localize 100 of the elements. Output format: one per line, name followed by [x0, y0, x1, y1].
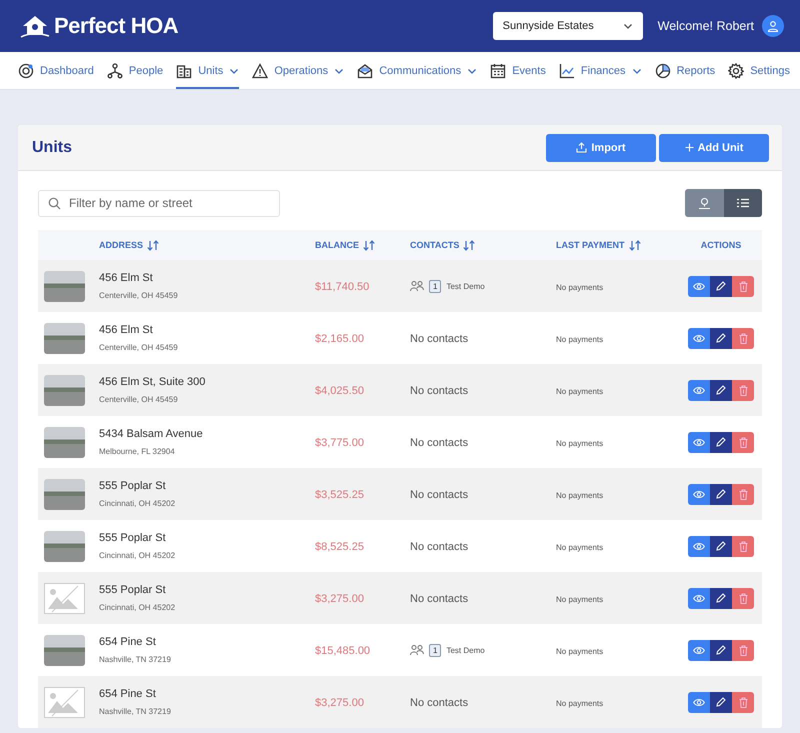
upload-icon	[576, 142, 588, 153]
edit-button[interactable]	[710, 432, 732, 452]
people-icon	[410, 644, 424, 656]
trash-icon	[738, 540, 748, 552]
no-contacts-text: No contacts	[410, 593, 468, 605]
unit-street: 456 Elm St	[99, 272, 153, 284]
pencil-icon	[716, 437, 726, 447]
view-button[interactable]	[688, 276, 710, 296]
nav-tab[interactable]: Dashboard	[18, 52, 94, 89]
nav-tab[interactable]: Finances	[558, 52, 642, 89]
search-icon	[48, 196, 61, 210]
column-header[interactable]: CONTACTS	[410, 240, 460, 250]
balance-amount: $11,740.50	[315, 281, 370, 293]
user-avatar[interactable]	[762, 15, 784, 37]
nav-tab[interactable]: Reports	[654, 52, 716, 89]
unit-street: 555 Poplar St	[99, 532, 166, 544]
view-button[interactable]	[688, 380, 710, 400]
settings-icon	[728, 62, 744, 78]
unit-street: 654 Pine St	[99, 688, 156, 700]
contact-name[interactable]: Test Demo	[446, 646, 485, 654]
edit-button[interactable]	[710, 692, 732, 712]
unit-city: Nashville, TN 37219	[99, 707, 171, 716]
image-placeholder-icon	[44, 686, 85, 718]
view-button[interactable]	[688, 640, 710, 660]
unit-city: Centerville, OH 45459	[99, 395, 178, 404]
envelope-icon	[357, 62, 374, 78]
edit-button[interactable]	[710, 380, 732, 400]
contact-name[interactable]: Test Demo	[446, 282, 485, 290]
edit-button[interactable]	[710, 276, 732, 296]
edit-button[interactable]	[710, 640, 732, 660]
people-network-icon	[106, 62, 123, 78]
filter-field[interactable]: Filter by name or street	[38, 190, 280, 216]
sort-icon	[363, 240, 375, 250]
pencil-icon	[716, 697, 726, 707]
edit-button[interactable]	[710, 588, 732, 608]
no-contacts-text: No contacts	[410, 333, 468, 345]
column-header[interactable]: LAST PAYMENT	[556, 240, 625, 250]
unit-street: 5434 Balsam Avenue	[99, 428, 203, 440]
building-icon	[176, 62, 192, 78]
community-select[interactable]: Sunnyside Estates	[492, 12, 643, 40]
nav-tab[interactable]: People	[106, 52, 164, 89]
eye-icon	[693, 646, 705, 654]
unit-street: 555 Poplar St	[99, 480, 166, 492]
column-header[interactable]: BALANCE	[315, 240, 359, 250]
balance-amount: $3,275.00	[315, 697, 364, 709]
column-header[interactable]: ADDRESS	[99, 240, 144, 250]
street-photo-placeholder	[44, 322, 85, 354]
map-view-button[interactable]	[685, 189, 724, 217]
unit-street: 456 Elm St	[99, 324, 153, 336]
add-unit-button[interactable]: Add Unit	[659, 134, 769, 162]
plus-icon	[684, 143, 694, 152]
column-header: ACTIONS	[700, 240, 742, 250]
street-photo-placeholder	[44, 634, 85, 666]
view-button[interactable]	[688, 692, 710, 712]
eye-icon	[693, 542, 705, 550]
nav-tab[interactable]: Events	[490, 52, 546, 89]
chevron-down-icon	[622, 21, 633, 31]
unit-city: Nashville, TN 37219	[99, 655, 171, 664]
import-button[interactable]: Import	[546, 134, 656, 162]
view-button[interactable]	[688, 432, 710, 452]
eye-icon	[693, 438, 705, 446]
trash-icon	[738, 488, 748, 500]
unit-city: Cincinnati, OH 45202	[99, 499, 176, 508]
map-pin-icon	[698, 196, 711, 210]
view-button[interactable]	[688, 588, 710, 608]
trash-icon	[738, 332, 748, 344]
nav-tab[interactable]: Communications	[357, 52, 478, 89]
last-payment-text: No payments	[556, 387, 604, 396]
unit-street: 654 Pine St	[99, 636, 156, 648]
eye-icon	[693, 334, 705, 342]
view-button[interactable]	[688, 536, 710, 556]
sort-icon	[463, 240, 476, 250]
view-button[interactable]	[688, 484, 710, 504]
sort-icon	[147, 240, 160, 250]
app-logo-text: Perfect HOA	[54, 13, 178, 39]
image-placeholder-icon	[44, 582, 85, 614]
view-button[interactable]	[688, 328, 710, 348]
street-photo-placeholder	[44, 270, 85, 302]
edit-button[interactable]	[710, 536, 732, 556]
balance-amount: $15,485.00	[315, 645, 370, 657]
edit-button[interactable]	[710, 328, 732, 348]
trash-icon	[738, 384, 748, 396]
nav-tab[interactable]: Units	[176, 52, 240, 89]
no-contacts-text: No contacts	[410, 697, 468, 709]
list-view-button[interactable]	[724, 189, 762, 217]
balance-amount: $3,275.00	[315, 593, 364, 605]
street-photo-placeholder	[44, 530, 85, 562]
unit-street: 456 Elm St, Suite 300	[99, 376, 206, 388]
edit-button[interactable]	[710, 484, 732, 504]
nav-tab[interactable]: Settings	[728, 52, 790, 89]
eye-icon	[693, 386, 705, 394]
eye-icon	[693, 490, 705, 498]
last-payment-text: No payments	[556, 439, 604, 448]
street-photo-placeholder	[44, 426, 85, 458]
last-payment-text: No payments	[556, 543, 604, 552]
page-title: Units	[32, 138, 73, 156]
balance-amount: $2,165.00	[315, 333, 364, 345]
unit-city: Cincinnati, OH 45202	[99, 551, 176, 560]
nav-tab[interactable]: Operations	[252, 52, 344, 89]
pie-chart-icon	[654, 62, 671, 78]
